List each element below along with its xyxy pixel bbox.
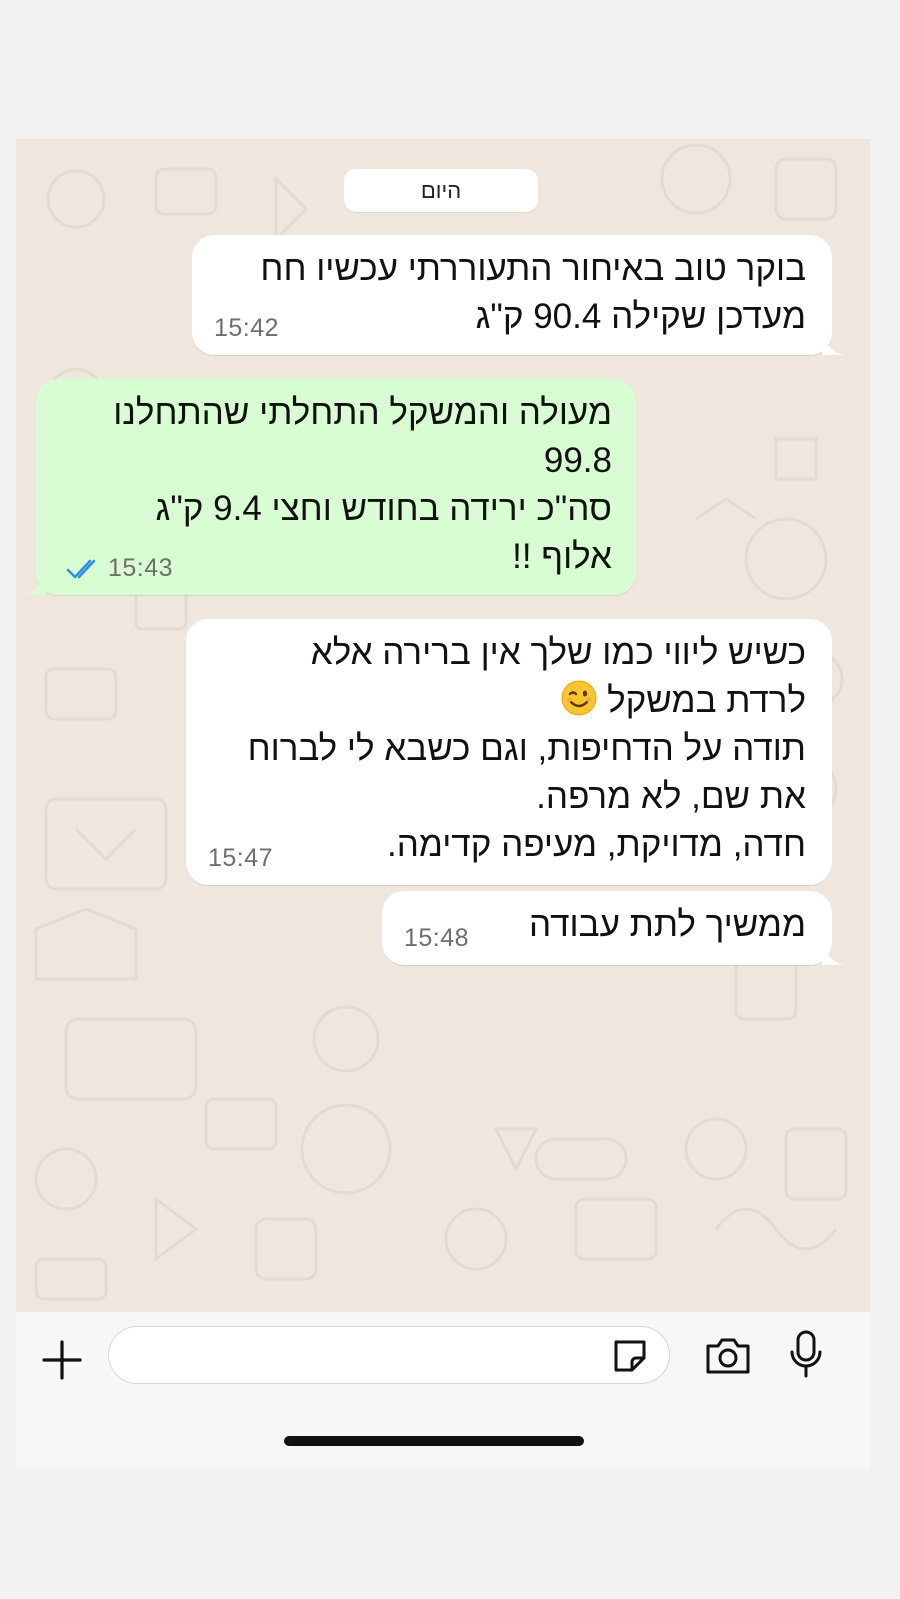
message-line: תודה על הדחיפות, וגם כשבא לי לברוח: [247, 729, 806, 768]
microphone-icon: [790, 1330, 822, 1378]
chat-screen: היום בוקר טוב באיחור התעוררתי עכשיו חח מ…: [16, 139, 870, 1469]
message-time: 15:47: [208, 844, 274, 872]
message-composer: [16, 1312, 870, 1469]
message-input[interactable]: [108, 1326, 670, 1384]
message-meta: 15:42: [214, 314, 279, 343]
sticker-button[interactable]: [610, 1336, 650, 1376]
message-meta: 15:48: [404, 924, 469, 953]
date-label: היום: [420, 177, 462, 203]
date-separator: היום: [344, 169, 538, 212]
home-indicator: [284, 1436, 584, 1446]
winking-face-emoji-icon: [561, 680, 597, 716]
message-bubble-outgoing[interactable]: מעולה והמשקל התחלתי שהתחלנו 99.8 סה"כ יר…: [24, 379, 636, 595]
message-text: מעולה והמשקל התחלתי שהתחלנו 99.8 סה"כ יר…: [113, 393, 612, 576]
camera-icon: [706, 1338, 750, 1374]
bubble-tail: [24, 573, 46, 595]
message-line: כשיש ליווי כמו שלך אין ברירה אלא: [310, 633, 806, 672]
message-line: את שם, לא מרפה.: [536, 777, 806, 816]
microphone-button[interactable]: [788, 1330, 824, 1380]
message-bubble-incoming[interactable]: כשיש ליווי כמו שלך אין ברירה אלא לרדת במ…: [186, 619, 832, 885]
chat-area[interactable]: היום בוקר טוב באיחור התעוררתי עכשיו חח מ…: [16, 139, 870, 1312]
message-time: 15:43: [108, 554, 174, 582]
message-time: 15:48: [404, 924, 470, 952]
camera-button[interactable]: [704, 1336, 752, 1376]
message-line: לרדת במשקל: [607, 681, 806, 720]
message-meta: 15:47: [208, 844, 273, 873]
bubble-tail: [822, 943, 844, 965]
attach-button[interactable]: [38, 1336, 86, 1384]
message-meta: 15:43: [66, 554, 173, 583]
message-text: בוקר טוב באיחור התעוררתי עכשיו חח מעדכן …: [260, 249, 806, 336]
message-line: חדה, מדויקת, מעיפה קדימה.: [386, 825, 806, 864]
sticker-icon: [614, 1340, 646, 1372]
plus-icon: [42, 1340, 82, 1380]
message-bubble-incoming[interactable]: בוקר טוב באיחור התעוררתי עכשיו חח מעדכן …: [192, 235, 844, 355]
message-bubble-incoming[interactable]: ממשיך לתת עבודה 15:48: [382, 891, 844, 965]
bubble-tail: [822, 333, 844, 355]
message-line-with-emoji: לרדת במשקל: [212, 677, 806, 725]
double-check-read-icon: [66, 559, 96, 578]
message-time: 15:42: [214, 314, 280, 342]
